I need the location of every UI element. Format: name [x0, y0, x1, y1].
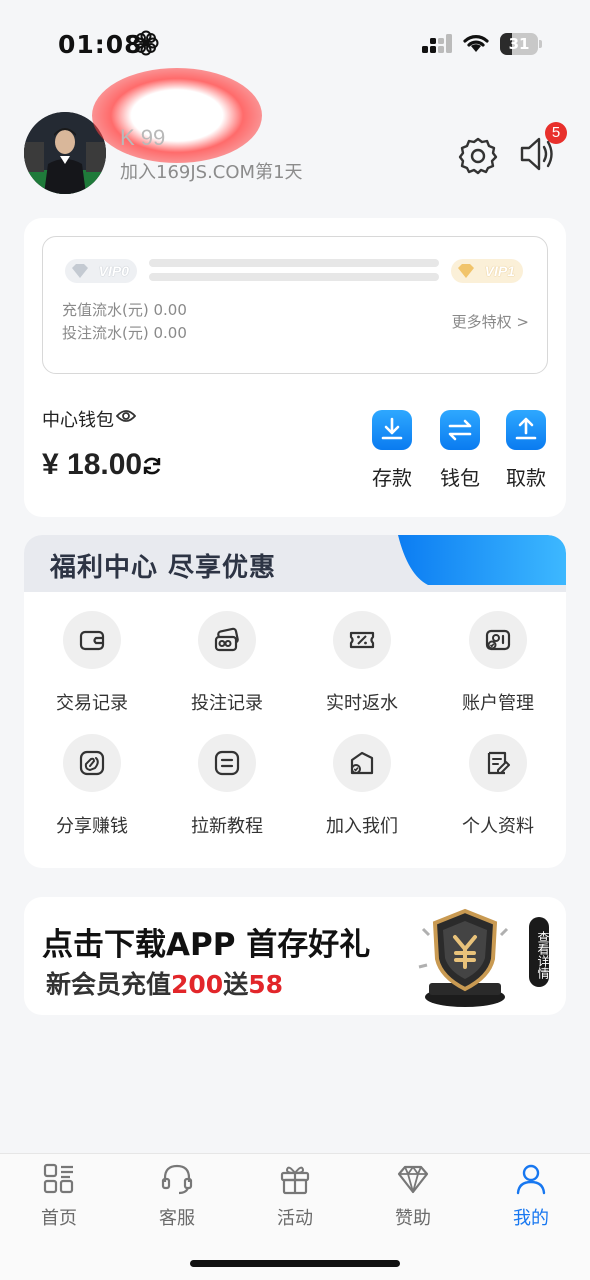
- battery-level: 31: [508, 35, 530, 53]
- vip-progress-box[interactable]: VIP0 VIP1 充值流水(元) 0.00 投注流水(元) 0.00 更多特权…: [42, 236, 548, 374]
- more-privileges-link[interactable]: 更多特权 >: [452, 311, 529, 332]
- welfare-header-notch: [368, 535, 428, 592]
- diamond-icon: [397, 1165, 429, 1194]
- headset-icon: [161, 1164, 193, 1195]
- nav-support[interactable]: 客服: [137, 1162, 217, 1230]
- redaction-mark: [92, 68, 262, 163]
- welfare-title: 福利中心 尽享优惠: [50, 553, 277, 583]
- join-us[interactable]: 加入我们: [302, 734, 422, 838]
- rebate-icon: [333, 611, 391, 669]
- upload-icon: [506, 410, 546, 450]
- bet-card-icon: [198, 611, 256, 669]
- wallet-title: 中心钱包: [42, 410, 114, 431]
- vip-wallet-card: VIP0 VIP1 充值流水(元) 0.00 投注流水(元) 0.00 更多特权…: [24, 218, 566, 517]
- personal-profile[interactable]: 个人资料: [438, 734, 558, 838]
- vip-next-badge: VIP1: [451, 259, 523, 283]
- vip-gem-icon: [458, 264, 474, 278]
- cellular-signal-icon: [422, 34, 452, 53]
- flower-icon: [133, 30, 159, 56]
- bet-records[interactable]: 投注记录: [167, 611, 287, 715]
- download-app-banner[interactable]: 点击下载APP 首存好礼 新会员充值200送58 查看详情: [24, 897, 566, 1015]
- shield-yuan-icon: [418, 908, 509, 1007]
- transaction-records[interactable]: 交易记录: [32, 611, 152, 715]
- username: K 99: [120, 125, 166, 150]
- account-card-icon: [469, 611, 527, 669]
- welfare-header: 福利中心 尽享优惠: [24, 535, 566, 592]
- profile-header: K 99 加入169JS.COM第1天 5: [0, 68, 590, 215]
- wallet-balance: ¥ 18.00: [42, 448, 143, 481]
- gift-icon: [280, 1166, 310, 1195]
- home-grid-icon: [43, 1163, 74, 1194]
- bag-icon: [333, 734, 391, 792]
- gear-icon[interactable]: [458, 135, 498, 175]
- deposit-button[interactable]: 存款: [362, 410, 422, 491]
- home-indicator[interactable]: [190, 1260, 400, 1267]
- nav-sponsor[interactable]: 赞助: [373, 1162, 453, 1230]
- join-days-text: 加入169JS.COM第1天: [120, 162, 303, 183]
- notification-badge: 5: [545, 122, 567, 144]
- status-time: 01:08: [58, 30, 143, 59]
- account-management[interactable]: 账户管理: [438, 611, 558, 715]
- wallet-button[interactable]: 钱包: [430, 410, 490, 491]
- vip-progress-bar-2: [149, 273, 439, 281]
- view-detail-button[interactable]: 查看详情: [529, 917, 550, 987]
- nav-activity[interactable]: 活动: [255, 1162, 335, 1230]
- refresh-icon[interactable]: [141, 455, 163, 477]
- tutorial-icon: [198, 734, 256, 792]
- share-icon: [63, 734, 121, 792]
- battery-indicator: 31: [500, 33, 542, 55]
- bet-flow: 投注流水(元) 0.00: [62, 324, 187, 342]
- banner-title: 点击下载APP 首存好礼: [42, 927, 371, 963]
- wifi-icon: [463, 35, 489, 52]
- user-icon: [516, 1164, 546, 1195]
- referral-tutorial[interactable]: 拉新教程: [167, 734, 287, 838]
- profile-doc-icon: [469, 734, 527, 792]
- vip-current-badge: VIP0: [65, 259, 137, 283]
- vip-gem-icon: [72, 264, 88, 278]
- welfare-center-card: 福利中心 尽享优惠 交易记录 投注记录 实时返水 账户管理 分享赚钱 拉新教程 …: [24, 535, 566, 868]
- recharge-flow: 充值流水(元) 0.00: [62, 301, 187, 319]
- eye-icon[interactable]: [116, 408, 136, 424]
- nav-home[interactable]: 首页: [19, 1162, 99, 1230]
- withdraw-button[interactable]: 取款: [496, 410, 556, 491]
- download-icon: [372, 410, 412, 450]
- wallet-icon: [63, 611, 121, 669]
- realtime-rebate[interactable]: 实时返水: [302, 611, 422, 715]
- vip-progress-bar: [149, 259, 439, 267]
- status-bar: 01:08 31: [0, 0, 590, 90]
- share-earn[interactable]: 分享赚钱: [32, 734, 152, 838]
- nav-mine[interactable]: 我的: [491, 1162, 571, 1230]
- banner-subtitle: 新会员充值200送58: [46, 970, 284, 999]
- transfer-icon: [440, 410, 480, 450]
